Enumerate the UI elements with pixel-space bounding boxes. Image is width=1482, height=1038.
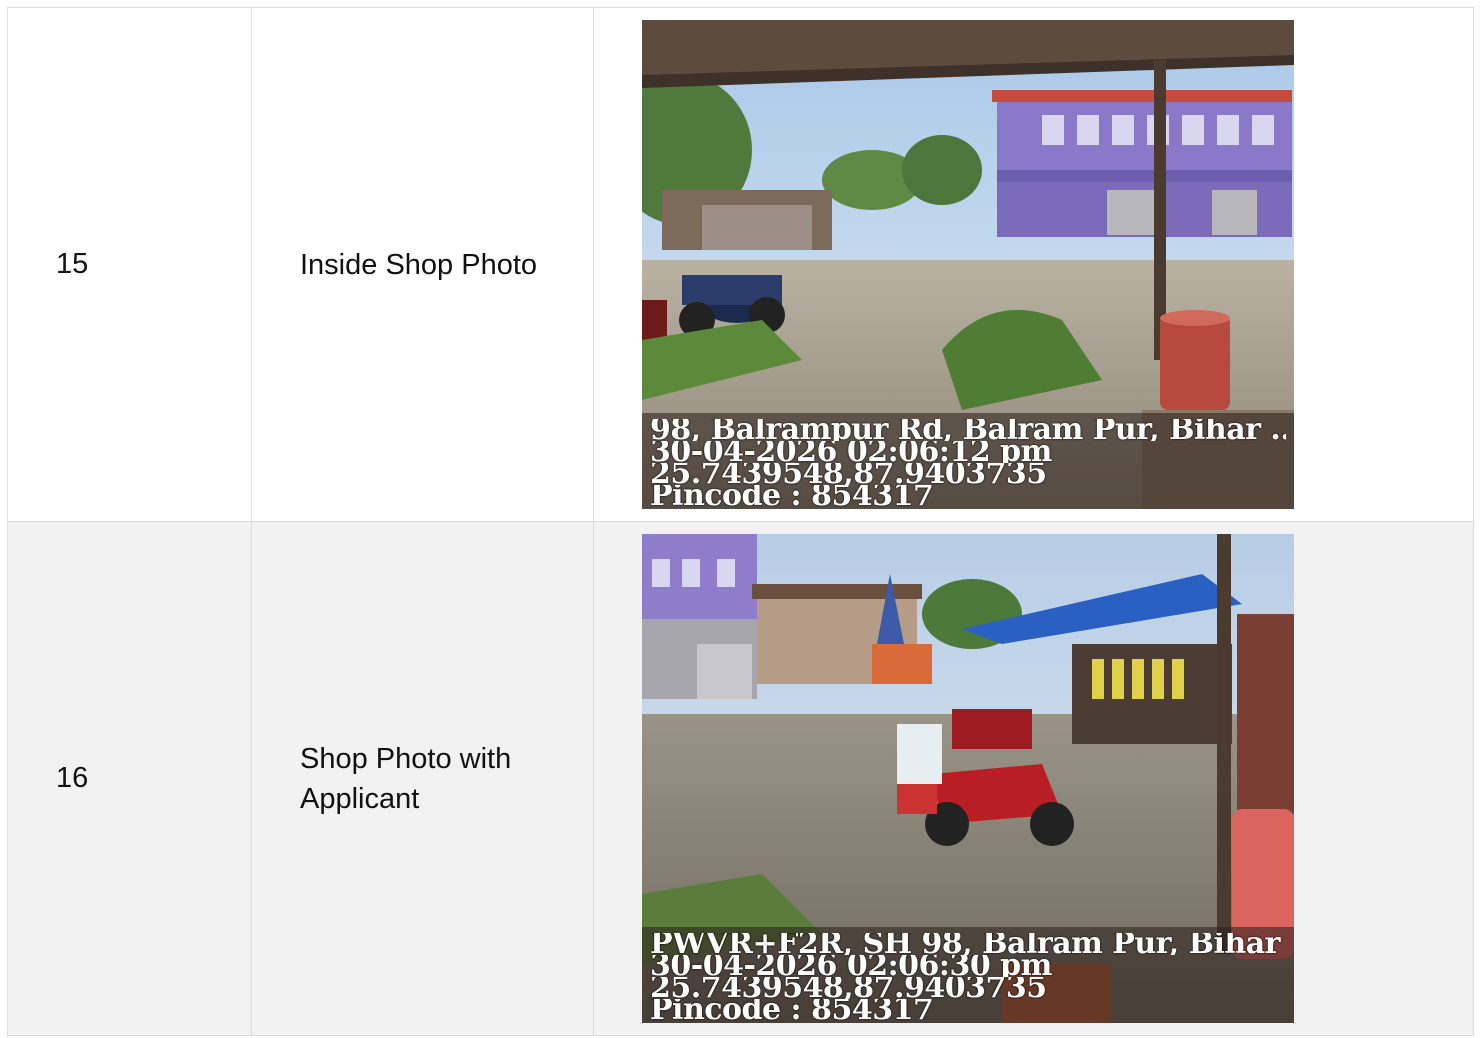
stamp-pincode: Pincode : 854317 <box>650 999 934 1021</box>
stamp-datetime: 30-04-2026 02:06:12 pm <box>650 441 1052 463</box>
photo-table: 15 Inside Shop Photo 98, Balrampur Rd, B… <box>7 7 1474 1036</box>
photo-cell: 98, Balrampur Rd, Balram Pur, Bihar ... … <box>593 7 1474 522</box>
photo-label: Shop Photo with Applicant <box>251 521 594 1036</box>
stamp-datetime: 30-04-2026 02:06:30 pm <box>650 955 1052 977</box>
photo-cell: PWVR+F2R, SH 98, Balram Pur, Bihar ... 3… <box>593 521 1474 1036</box>
stamp-address: PWVR+F2R, SH 98, Balram Pur, Bihar ... <box>650 933 1286 955</box>
photo-label: Inside Shop Photo <box>251 7 594 522</box>
row-number: 16 <box>7 521 252 1036</box>
shop-photo-with-applicant[interactable]: PWVR+F2R, SH 98, Balram Pur, Bihar ... 3… <box>642 534 1294 1023</box>
stamp-address: 98, Balrampur Rd, Balram Pur, Bihar ... <box>650 419 1286 441</box>
stamp-coords: 25.7439548,87.9403735 <box>650 977 1047 999</box>
row-number: 15 <box>7 7 252 522</box>
table-row: 15 Inside Shop Photo 98, Balrampur Rd, B… <box>7 7 1474 522</box>
geo-stamp: 98, Balrampur Rd, Balram Pur, Bihar ... … <box>642 413 1294 509</box>
geo-stamp: PWVR+F2R, SH 98, Balram Pur, Bihar ... 3… <box>642 927 1294 1023</box>
table-row: 16 Shop Photo with Applicant PWVR+F2R, S… <box>7 521 1474 1036</box>
inside-shop-photo[interactable]: 98, Balrampur Rd, Balram Pur, Bihar ... … <box>642 20 1294 509</box>
stamp-pincode: Pincode : 854317 <box>650 485 934 507</box>
stamp-coords: 25.7439548,87.9403735 <box>650 463 1047 485</box>
